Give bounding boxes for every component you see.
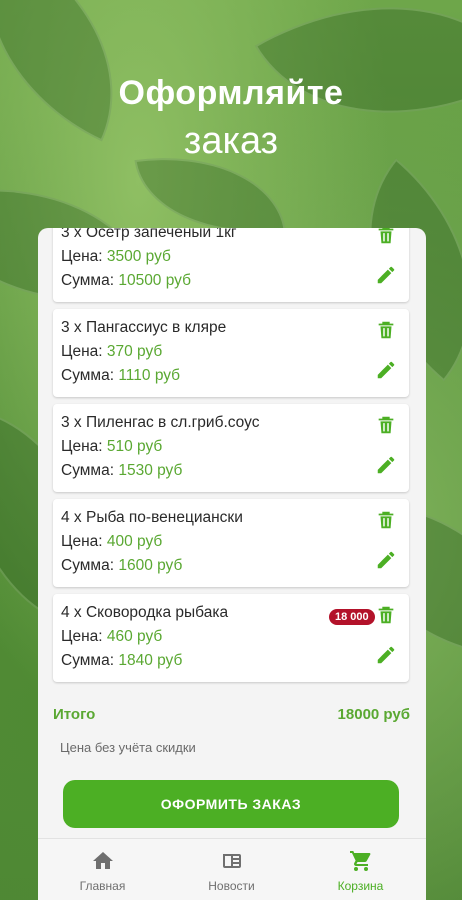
edit-icon[interactable] [375,454,397,476]
item-name: 3 х Осетр запеченый 1кг [61,228,237,241]
item-name: 3 х Пиленгас в сл.гриб.соус [61,414,260,431]
home-icon [91,849,115,873]
item-price: Цена: 370 руб [61,343,162,361]
price-value: 3500 руб [106,248,171,265]
nav-label: Новости [208,879,255,893]
nav-label: Корзина [337,879,384,893]
edit-icon[interactable] [375,359,397,381]
cart-item: 3 х Пиленгас в сл.гриб.соус Цена: 510 ру… [53,404,409,492]
sum-value: 1840 руб [118,652,183,669]
sum-label: Сумма: [61,462,119,479]
discount-note: Цена без учёта скидки [60,740,196,755]
item-name: 3 х Пангассиус в кляре [61,319,227,336]
sum-label: Сумма: [61,557,119,574]
sum-label: Сумма: [61,272,119,289]
item-name: 4 х Сковородка рыбака [61,604,229,621]
price-label: Цена: [61,438,107,455]
nav-item-news[interactable]: Новости [167,839,296,900]
item-price: Цена: 460 руб [61,628,162,646]
price-value: 370 руб [106,343,163,360]
item-price: Цена: 400 руб [61,533,162,551]
cart-item: 3 х Пангассиус в кляре Цена: 370 руб Сум… [53,309,409,397]
price-value: 510 руб [106,438,163,455]
place-order-button[interactable]: ОФОРМИТЬ ЗАКАЗ [63,780,399,828]
sum-value: 10500 руб [118,272,191,289]
sum-value: 1530 руб [118,462,183,479]
price-value: 460 руб [106,628,163,645]
delete-icon[interactable] [375,414,397,436]
cart-item: 3 х Осетр запеченый 1кг Цена: 3500 руб С… [53,228,409,302]
edit-icon[interactable] [375,549,397,571]
nav-item-home[interactable]: Главная [38,839,167,900]
delete-icon[interactable] [375,604,397,626]
delete-icon[interactable] [375,319,397,341]
item-name: 4 х Рыба по-венециански [61,509,243,526]
price-label: Цена: [61,343,107,360]
cart-icon [349,849,373,873]
price-value: 400 руб [106,533,163,550]
cart-panel: 3 х Осетр запеченый 1кг Цена: 3500 руб С… [38,228,426,900]
total-value: 18000 руб [337,706,410,723]
item-price: Цена: 3500 руб [61,248,171,266]
sum-value: 1110 руб [118,367,181,384]
nav-item-cart[interactable]: Корзина [296,839,425,900]
sum-label: Сумма: [61,652,119,669]
delete-icon[interactable] [375,228,397,246]
edit-icon[interactable] [375,644,397,666]
news-icon [220,849,244,873]
nav-label: Главная [79,879,126,893]
item-sum: Сумма: 1530 руб [61,462,182,480]
sum-label: Сумма: [61,367,119,384]
edit-icon[interactable] [375,264,397,286]
total-label: Итого [53,706,96,723]
price-label: Цена: [61,248,107,265]
cart-item: 4 х Рыба по-венециански Цена: 400 руб Су… [53,499,409,587]
sum-value: 1600 руб [118,557,183,574]
item-sum: Сумма: 1840 руб [61,652,182,670]
item-sum: Сумма: 1110 руб [61,367,180,385]
price-label: Цена: [61,533,107,550]
item-price: Цена: 510 руб [61,438,162,456]
page-subtitle: заказ [183,120,279,162]
item-sum: Сумма: 10500 руб [61,272,191,290]
price-label: Цена: [61,628,107,645]
bottom-navigation: Главная Новости Корзина [38,838,426,900]
cart-badge: 18 000 [329,609,375,625]
delete-icon[interactable] [375,509,397,531]
page-title: Оформляйте [118,74,344,112]
item-sum: Сумма: 1600 руб [61,557,182,575]
cart-item: 4 х Сковородка рыбака Цена: 460 руб Сумм… [53,594,409,682]
